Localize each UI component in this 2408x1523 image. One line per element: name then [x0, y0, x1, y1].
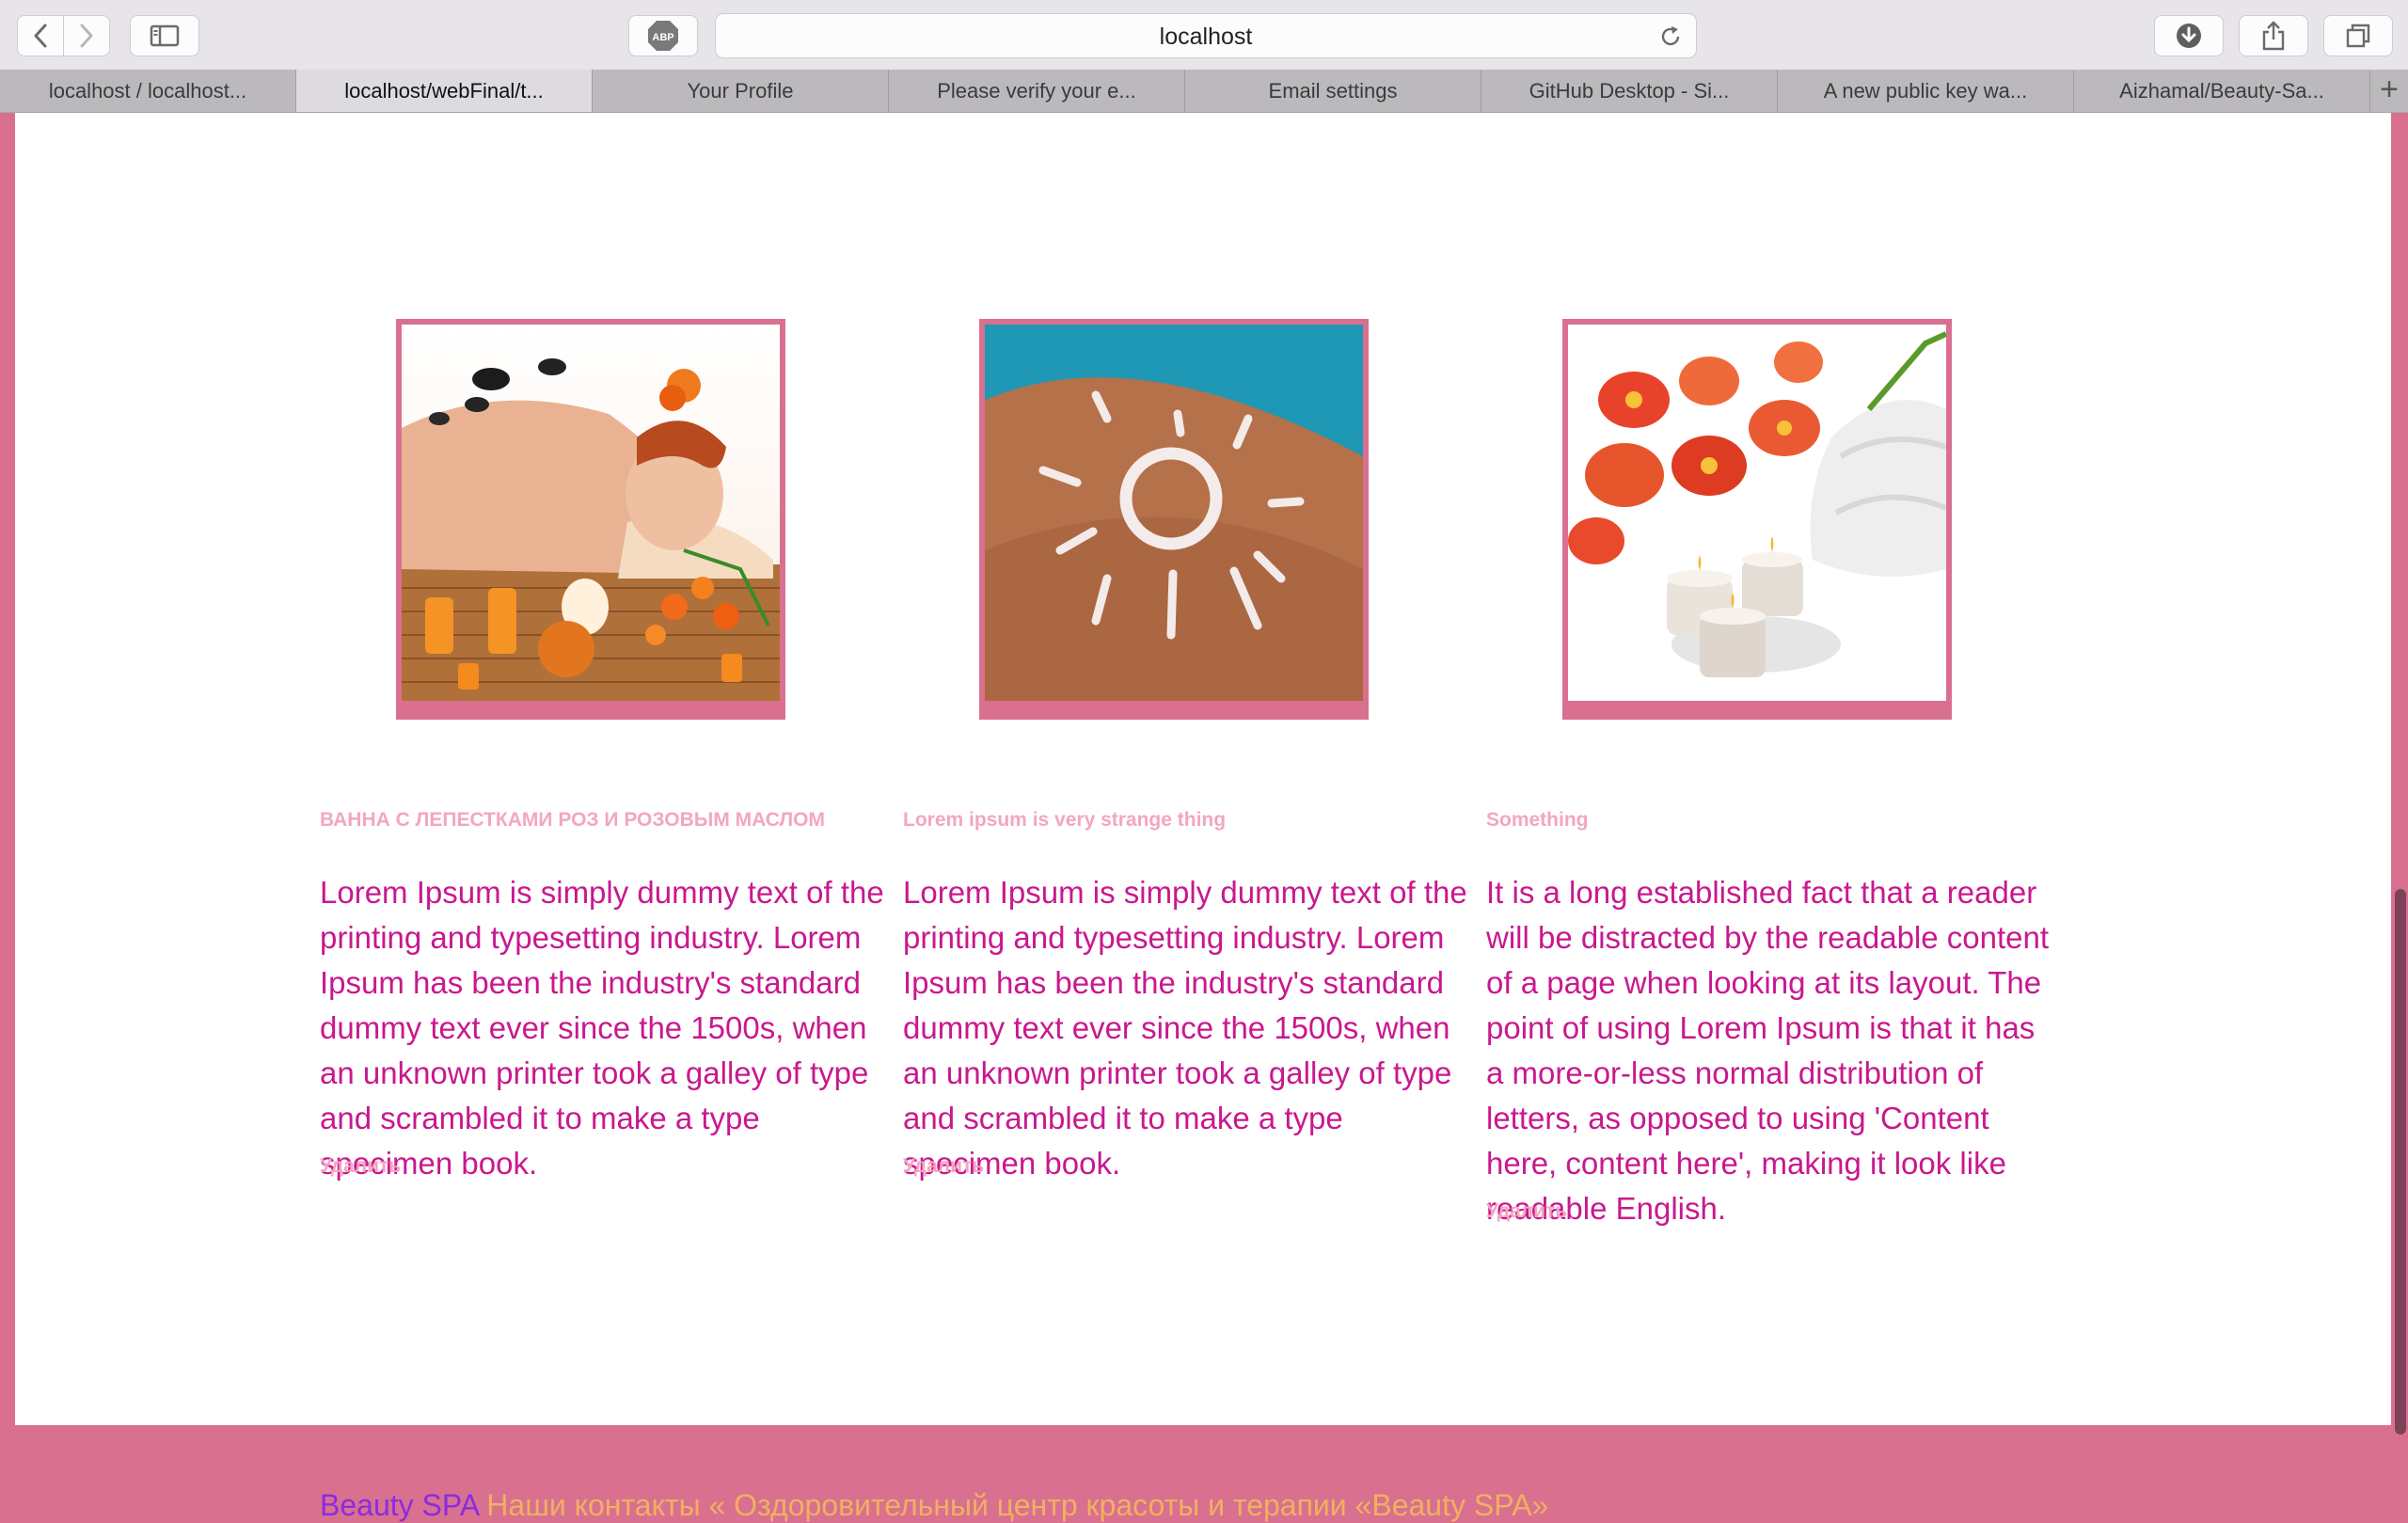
- orchid-candles-photo: [1568, 325, 1946, 701]
- card-description: Lorem Ipsum is simply dummy text of the …: [320, 875, 884, 1181]
- hot-stone-massage-photo: [402, 325, 780, 701]
- page-content: ВАННА С ЛЕПЕСТКАМИ РОЗ И РОЗОВЫМ МАСЛОМ …: [15, 113, 2391, 1425]
- chevron-right-icon: [80, 24, 93, 48]
- browser-toolbar: ABP localhost: [0, 0, 2408, 71]
- adblock-icon: ABP: [648, 21, 678, 51]
- scrollbar-thumb[interactable]: [2395, 889, 2406, 1435]
- card-image-frame: [1562, 319, 1952, 720]
- share-icon: [2262, 21, 2285, 51]
- footer-description: Наши контакты « Оздоровительный центр кр…: [478, 1488, 1549, 1522]
- download-icon: [2177, 24, 2201, 48]
- card-title: Something: [1486, 809, 1589, 831]
- back-button[interactable]: [17, 15, 64, 56]
- address-bar-url: localhost: [1159, 24, 1253, 50]
- adblock-button[interactable]: ABP: [628, 15, 698, 56]
- card-image-frame: [979, 319, 1369, 720]
- sidebar-toggle-button[interactable]: [130, 15, 199, 56]
- browser-tab[interactable]: Email settings: [1185, 70, 1481, 112]
- footer: Beauty SPA Наши контакты « Оздоровительн…: [320, 1488, 1548, 1523]
- share-button[interactable]: [2239, 15, 2308, 56]
- card-title: Lorem ipsum is very strange thing: [903, 809, 1227, 831]
- card-description: Lorem Ipsum is simply dummy text of the …: [903, 875, 1467, 1181]
- downloads-button[interactable]: [2154, 15, 2224, 56]
- new-tab-button[interactable]: +: [2370, 70, 2408, 112]
- delete-link[interactable]: Удалить: [320, 1155, 401, 1178]
- browser-tab[interactable]: Aizhamal/Beauty-Sa...: [2074, 70, 2370, 112]
- card-title: ВАННА С ЛЕПЕСТКАМИ РОЗ И РОЗОВЫМ МАСЛОМ: [320, 809, 825, 831]
- browser-tab[interactable]: GitHub Desktop - Si...: [1481, 70, 1778, 112]
- card-image-frame: [396, 319, 785, 720]
- browser-tab[interactable]: localhost/webFinal/t...: [296, 70, 593, 112]
- forward-button[interactable]: [63, 15, 110, 56]
- sidebar-icon: [150, 24, 180, 47]
- chevron-left-icon: [34, 24, 47, 48]
- browser-tab[interactable]: A new public key wa...: [1778, 70, 2074, 112]
- browser-tab[interactable]: localhost / localhost...: [0, 70, 296, 112]
- tabs-icon: [2346, 24, 2370, 48]
- tabs-overview-button[interactable]: [2323, 15, 2393, 56]
- sun-cream-back-photo: [985, 325, 1363, 701]
- card-description: It is a long established fact that a rea…: [1486, 875, 2050, 1226]
- adblock-label: ABP: [652, 32, 673, 43]
- browser-tab[interactable]: Your Profile: [593, 70, 889, 112]
- reload-icon[interactable]: [1658, 24, 1683, 49]
- tab-bar: localhost / localhost... localhost/webFin…: [0, 70, 2408, 113]
- delete-link[interactable]: Удалить: [1486, 1200, 1567, 1223]
- delete-link[interactable]: Удалить: [903, 1155, 984, 1178]
- browser-tab[interactable]: Please verify your e...: [889, 70, 1185, 112]
- address-bar[interactable]: localhost: [715, 13, 1697, 58]
- footer-brand[interactable]: Beauty SPA: [320, 1488, 478, 1522]
